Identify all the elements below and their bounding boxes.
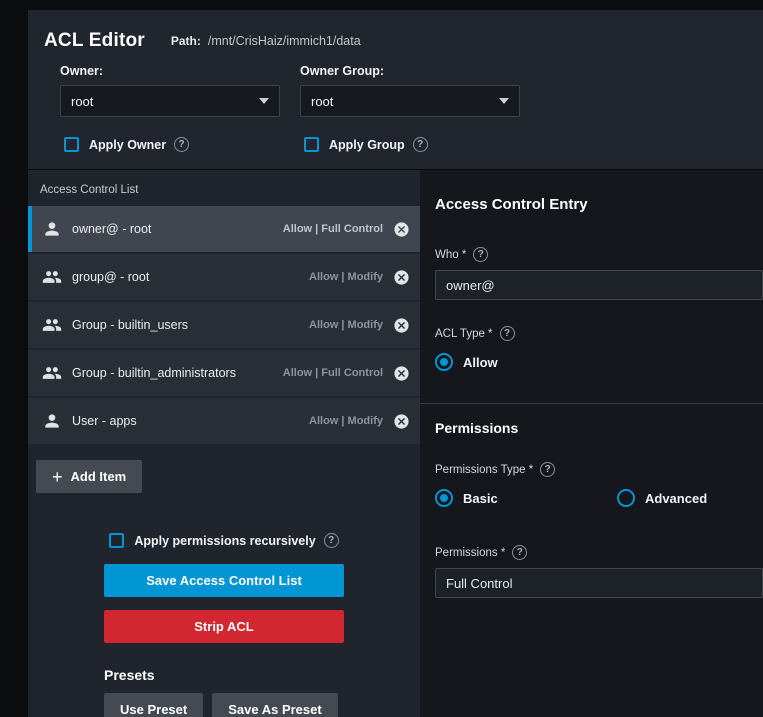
use-preset-button[interactable]: Use Preset <box>104 693 204 717</box>
acl-editor-screen: ACL Editor Path: /mnt/CrisHaiz/immich1/d… <box>0 0 763 717</box>
acl-type-radio-row: Allow <box>435 353 763 371</box>
apply-recursive-label: Apply permissions recursively <box>134 533 316 548</box>
permissions-section-title: Permissions <box>435 420 519 436</box>
ace-permission: Allow | Modify <box>309 271 383 283</box>
permissions-input[interactable] <box>435 568 763 598</box>
owner-column: Owner: root Apply Owner ? <box>60 64 280 152</box>
permissions-type-radio-row: Basic Advanced <box>435 489 763 507</box>
owner-label: Owner: <box>60 64 104 78</box>
user-icon <box>42 411 62 431</box>
add-item-label: Add Item <box>70 469 127 484</box>
preset-button-row: Use Preset Save As Preset <box>104 693 420 717</box>
section-divider <box>420 403 763 404</box>
chevron-down-icon <box>499 98 509 104</box>
save-as-preset-button[interactable]: Save As Preset <box>212 693 338 717</box>
who-input[interactable] <box>435 270 763 300</box>
apply-owner-label: Apply Owner <box>89 137 167 152</box>
radio-basic[interactable]: Basic <box>435 489 617 507</box>
ace-name: group@ - root <box>72 270 150 284</box>
acl-list-title: Access Control List <box>40 184 139 196</box>
ace-permission: Allow | Modify <box>309 319 383 331</box>
entry-title: Access Control Entry <box>435 196 588 213</box>
user-icon <box>42 219 62 239</box>
ace-name: owner@ - root <box>72 222 152 236</box>
owner-select[interactable]: root <box>60 85 280 117</box>
main-split: Access Control List owner@ - root Allow … <box>28 170 763 717</box>
radio-selected-icon <box>435 353 453 371</box>
group-icon <box>42 363 62 383</box>
owner-group-label: Owner Group: <box>300 64 385 78</box>
remove-entry-icon[interactable] <box>393 269 410 286</box>
apply-owner-checkbox-row[interactable]: Apply Owner ? <box>64 137 280 152</box>
owner-group-select-value: root <box>311 93 334 109</box>
list-item-group[interactable]: group@ - root Allow | Modify <box>28 254 420 300</box>
apply-owner-checkbox[interactable] <box>64 137 79 152</box>
page-title: ACL Editor <box>44 30 145 51</box>
acl-type-label: ACL Type * <box>435 327 493 340</box>
permissions-label-row: Permissions * ? <box>435 545 763 560</box>
ace-permission: Allow | Full Control <box>282 223 383 235</box>
acl-list-panel: Access Control List owner@ - root Allow … <box>28 170 420 717</box>
plus-icon: + <box>52 466 63 487</box>
path-value: /mnt/CrisHaiz/immich1/data <box>207 34 361 48</box>
acl-editor-header-card: ACL Editor Path: /mnt/CrisHaiz/immich1/d… <box>28 10 763 170</box>
radio-advanced-label: Advanced <box>645 490 708 506</box>
chevron-down-icon <box>259 98 269 104</box>
ace-permission: Allow | Full Control <box>282 367 383 379</box>
radio-allow[interactable]: Allow <box>435 353 498 371</box>
owner-columns: Owner: root Apply Owner ? Owner Group: r… <box>60 64 747 152</box>
owner-group-column: Owner Group: root Apply Group ? <box>300 64 520 152</box>
help-icon[interactable]: ? <box>473 247 489 262</box>
remove-entry-icon[interactable] <box>393 317 410 334</box>
ace-name: Group - builtin_administrators <box>72 366 236 380</box>
owner-select-value: root <box>71 93 94 109</box>
help-icon[interactable]: ? <box>512 545 528 560</box>
who-label: Who * <box>435 248 467 261</box>
apply-group-label: Apply Group <box>329 137 405 152</box>
presets-title: Presets <box>104 667 155 683</box>
remove-entry-icon[interactable] <box>393 365 410 382</box>
help-icon[interactable]: ? <box>499 326 515 341</box>
group-icon <box>42 267 62 287</box>
radio-unselected-icon <box>617 489 635 507</box>
list-item-builtin-administrators[interactable]: Group - builtin_administrators Allow | F… <box>28 350 420 396</box>
apply-group-checkbox[interactable] <box>304 137 319 152</box>
owner-group-select[interactable]: root <box>300 85 520 117</box>
path-label: Path: <box>170 34 201 48</box>
list-item-user-apps[interactable]: User - apps Allow | Modify <box>28 398 420 444</box>
who-label-row: Who * ? <box>435 247 763 262</box>
apply-group-checkbox-row[interactable]: Apply Group ? <box>304 137 520 152</box>
permissions-type-label-row: Permissions Type * ? <box>435 462 763 477</box>
remove-entry-icon[interactable] <box>393 413 410 430</box>
ace-name: User - apps <box>72 414 137 428</box>
list-item-builtin-users[interactable]: Group - builtin_users Allow | Modify <box>28 302 420 348</box>
group-icon <box>42 315 62 335</box>
title-row: ACL Editor Path: /mnt/CrisHaiz/immich1/d… <box>44 30 747 52</box>
ace-permission: Allow | Modify <box>309 415 383 427</box>
help-icon[interactable]: ? <box>540 462 556 477</box>
radio-allow-label: Allow <box>463 354 498 370</box>
strip-acl-button[interactable]: Strip ACL <box>104 610 344 643</box>
list-item-owner[interactable]: owner@ - root Allow | Full Control <box>28 206 420 252</box>
permissions-label: Permissions * <box>435 546 506 559</box>
acl-type-label-row: ACL Type * ? <box>435 326 763 341</box>
radio-advanced[interactable]: Advanced <box>617 489 707 507</box>
radio-basic-label: Basic <box>463 490 498 506</box>
remove-entry-icon[interactable] <box>393 221 410 238</box>
apply-recursive-checkbox[interactable] <box>109 533 125 548</box>
ace-name: Group - builtin_users <box>72 318 189 332</box>
add-item-button[interactable]: + Add Item <box>36 460 143 493</box>
save-acl-button[interactable]: Save Access Control List <box>104 564 344 597</box>
permissions-type-label: Permissions Type * <box>435 463 534 476</box>
help-icon[interactable]: ? <box>323 533 339 548</box>
radio-selected-icon <box>435 489 453 507</box>
help-icon[interactable]: ? <box>412 137 428 152</box>
access-control-entry-panel: Access Control Entry Who * ? ACL Type * … <box>420 170 763 717</box>
apply-recursive-checkbox-row[interactable]: Apply permissions recursively ? <box>28 533 420 548</box>
help-icon[interactable]: ? <box>174 137 190 152</box>
